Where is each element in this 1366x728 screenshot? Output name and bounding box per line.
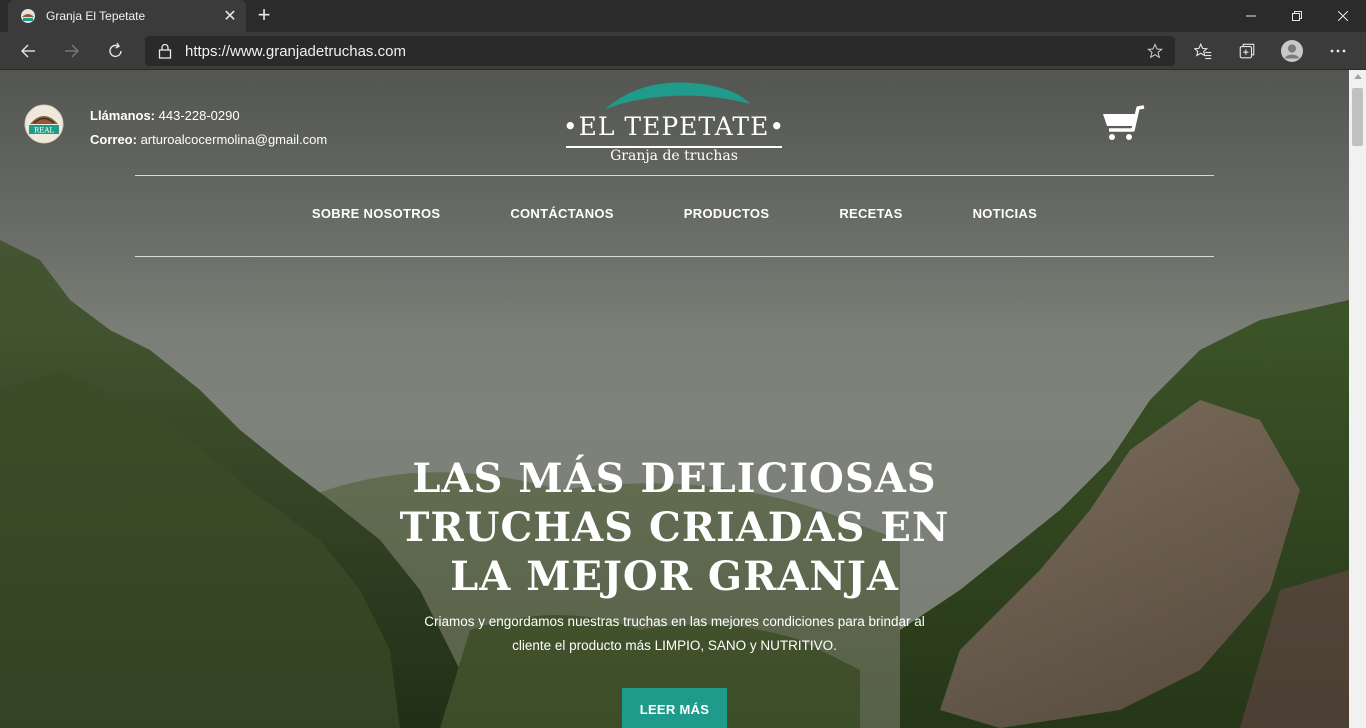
nav-item-contactanos[interactable]: CONTÁCTANOS [475, 206, 648, 226]
email-label: Correo: [90, 132, 137, 147]
headline-line-1: LAS MÁS DELICIOSAS [412, 455, 937, 502]
phone-line: Llámanos: 443-228-0290 [90, 104, 327, 128]
nav-top-rule [135, 175, 1214, 176]
profile-icon[interactable] [1276, 35, 1308, 67]
scroll-up-icon[interactable] [1354, 74, 1362, 79]
more-icon[interactable] [1322, 35, 1354, 67]
email-address[interactable]: arturoalcocermolina@gmail.com [141, 132, 328, 147]
lock-icon[interactable] [145, 43, 185, 59]
email-line: Correo: arturoalcocermolina@gmail.com [90, 128, 327, 152]
url-text[interactable]: https://www.granjadetruchas.com [185, 43, 1135, 60]
phone-label: Llámanos: [90, 108, 156, 123]
badge-text: REAL [34, 127, 54, 135]
address-bar[interactable]: https://www.granjadetruchas.com [145, 36, 1175, 66]
hero-lead: Criamos y engordamos nuestras truchas en… [380, 610, 969, 658]
restore-icon[interactable] [1274, 0, 1320, 32]
headline-line-2: TRUCHAS CRIADAS EN [399, 504, 950, 551]
favorites-icon[interactable] [1187, 35, 1219, 67]
leer-mas-button[interactable]: LEER MÁS [622, 688, 727, 728]
lead-line-1: Criamos y engordamos nuestras truchas en… [424, 614, 925, 629]
minimize-icon[interactable] [1228, 0, 1274, 32]
browser-tab[interactable]: Granja El Tepetate ✕ [8, 0, 246, 32]
hero-headline: LAS MÁS DELICIOSAS TRUCHAS CRIADAS EN LA… [340, 454, 1009, 601]
site-logo[interactable]: •EL TEPETATE• Granja de truchas [562, 80, 786, 170]
real-badge-icon: REAL [24, 104, 64, 144]
phone-number[interactable]: 443-228-0290 [159, 108, 240, 123]
page-scrollbar[interactable] [1349, 70, 1366, 728]
browser-titlebar: Granja El Tepetate ✕ + [0, 0, 1366, 32]
page-viewport: REAL Llámanos: 443-228-0290 Correo: artu… [0, 70, 1349, 728]
lead-line-2: cliente el producto más LIMPIO, SANO y N… [512, 638, 837, 653]
headline-line-3: LA MEJOR GRANJA [450, 553, 899, 600]
scrollbar-thumb[interactable] [1352, 88, 1363, 146]
contact-info: Llámanos: 443-228-0290 Correo: arturoalc… [90, 104, 327, 152]
shopping-cart-icon[interactable] [1100, 104, 1148, 144]
logo-subtitle: Granja de truchas [610, 148, 738, 164]
logo-title: •EL TEPETATE• [562, 112, 786, 141]
new-tab-icon[interactable]: + [252, 4, 276, 28]
site-favicon-icon [21, 9, 35, 23]
tab-close-icon[interactable]: ✕ [218, 4, 242, 28]
star-icon[interactable] [1135, 43, 1175, 59]
tab-title: Granja El Tepetate [46, 9, 146, 23]
nav-bottom-rule [135, 256, 1214, 257]
refresh-icon[interactable] [100, 35, 132, 67]
close-window-icon[interactable] [1320, 0, 1366, 32]
nav-item-recetas[interactable]: RECETAS [804, 206, 937, 226]
main-nav: SOBRE NOSOTROS CONTÁCTANOS PRODUCTOS REC… [135, 206, 1214, 226]
collections-icon[interactable] [1231, 35, 1263, 67]
nav-item-sobre-nosotros[interactable]: SOBRE NOSOTROS [277, 206, 475, 226]
back-icon[interactable] [12, 35, 44, 67]
logo-swoosh-icon [604, 82, 750, 110]
nav-item-noticias[interactable]: NOTICIAS [938, 206, 1073, 226]
browser-toolbar: https://www.granjadetruchas.com [0, 32, 1366, 70]
forward-icon[interactable] [56, 35, 88, 67]
nav-item-productos[interactable]: PRODUCTOS [649, 206, 805, 226]
